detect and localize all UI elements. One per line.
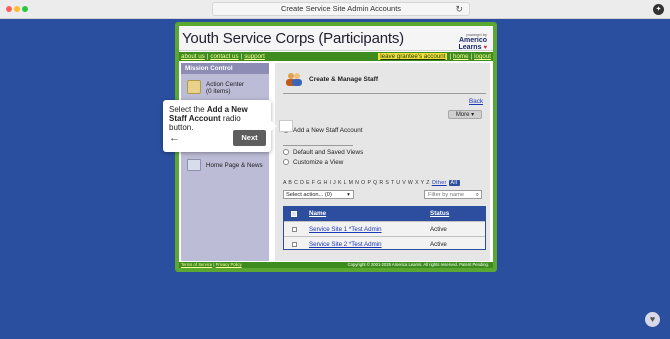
search-icon[interactable]: ⌕ <box>476 191 479 199</box>
footer: Terms of Service | Privacy Policy Copyri… <box>179 262 493 268</box>
star-icon <box>187 80 201 94</box>
reload-icon[interactable]: ↻ <box>455 3 463 15</box>
address-bar[interactable]: Create Service Site Admin Accounts ↻ <box>212 2 470 16</box>
staff-status: Active <box>430 226 447 233</box>
more-dropdown-button[interactable]: More ▾ <box>448 110 482 119</box>
next-button[interactable]: Next <box>233 130 266 146</box>
app-header: Youth Service Corps (Participants) power… <box>179 26 493 51</box>
home-link[interactable]: home <box>453 53 468 60</box>
radio-button[interactable] <box>283 149 289 156</box>
newspaper-icon <box>187 159 201 171</box>
caret-down-icon: ▾ <box>347 192 350 198</box>
about-us-link[interactable]: about us <box>181 53 205 60</box>
other-letter-link[interactable]: Other <box>432 180 447 186</box>
staff-table: Name Status Service Site 1 *Test Admin A… <box>283 206 486 250</box>
main-panel: Create & Manage Staff Back More ▾ Add a … <box>275 63 490 261</box>
tooltip-pointer <box>271 121 277 131</box>
alphabet-filter[interactable]: A B C D E F G H I J K L M N O P Q R S T … <box>283 180 460 186</box>
sidebar-item-home-news[interactable]: Home Page & News <box>181 155 269 177</box>
back-link[interactable]: Back <box>469 98 483 105</box>
table-row: Service Site 1 *Test Admin Active <box>284 221 485 236</box>
caret-down-icon: ▾ <box>471 112 475 118</box>
program-title: Youth Service Corps (Participants) <box>182 30 404 47</box>
logout-link[interactable]: logout <box>474 53 491 60</box>
select-all-checkbox[interactable] <box>291 211 297 217</box>
row-checkbox[interactable] <box>292 242 297 247</box>
column-header-name[interactable]: Name <box>309 210 326 217</box>
minimize-window-button[interactable] <box>14 6 20 12</box>
heart-icon[interactable]: ♥ <box>645 312 660 327</box>
radio-customize-view[interactable]: Customize a View <box>283 159 343 166</box>
staff-status: Active <box>430 241 447 248</box>
zoom-window-button[interactable] <box>22 6 28 12</box>
filter-by-name-input[interactable]: Filter by name ⌕ <box>424 190 482 199</box>
support-link[interactable]: support <box>244 53 265 60</box>
browser-toolbar: Create Service Site Admin Accounts ↻ ✦ <box>0 0 670 19</box>
copyright: Copyright © 2001-2025 America Learns. Al… <box>347 262 489 267</box>
radio-button[interactable] <box>283 159 289 166</box>
top-nav: about us | contact us | support leave grante… <box>179 52 493 61</box>
back-arrow-icon[interactable]: ← <box>169 132 180 144</box>
staff-name-link[interactable]: Service Site 2 *Test Admin <box>309 241 382 248</box>
row-checkbox[interactable] <box>292 227 297 232</box>
highlighted-radio-target[interactable] <box>279 120 293 132</box>
table-header: Name Status <box>284 207 485 221</box>
select-action-dropdown[interactable]: Select action... (0) ▾ <box>283 190 354 199</box>
page-title-in-address-bar: Create Service Site Admin Accounts <box>280 4 402 13</box>
divider <box>283 145 353 146</box>
mission-control-sidebar: Mission Control Action Center (0 items) … <box>181 63 269 261</box>
page-title: Create & Manage Staff <box>309 76 378 83</box>
sidebar-heading: Mission Control <box>181 63 269 74</box>
heart-icon: ♥ <box>483 45 487 51</box>
close-window-button[interactable] <box>6 6 12 12</box>
america-learns-logo: powered by Americo Learns ♥ <box>458 32 487 51</box>
all-letters-button[interactable]: All <box>448 180 460 186</box>
divider <box>283 93 486 94</box>
column-header-status[interactable]: Status <box>430 210 449 217</box>
table-row: Service Site 2 *Test Admin Active <box>284 236 485 251</box>
staff-people-icon <box>286 73 302 86</box>
tooltip-text: Select the Add a New Staff Account radio… <box>169 105 248 132</box>
sidebar-item-action-center[interactable]: Action Center (0 items) <box>181 77 269 99</box>
compass-icon[interactable]: ✦ <box>653 4 664 15</box>
leave-grantee-account-link[interactable]: leave grantee's account <box>378 53 448 60</box>
staff-name-link[interactable]: Service Site 1 *Test Admin <box>309 226 382 233</box>
terms-link[interactable]: Terms of Service <box>181 262 212 267</box>
radio-default-views[interactable]: Default and Saved Views <box>283 149 363 156</box>
contact-us-link[interactable]: contact us <box>210 53 238 60</box>
privacy-link[interactable]: Privacy Policy <box>216 262 242 267</box>
radio-add-staff[interactable]: Add a New Staff Account <box>283 127 363 134</box>
